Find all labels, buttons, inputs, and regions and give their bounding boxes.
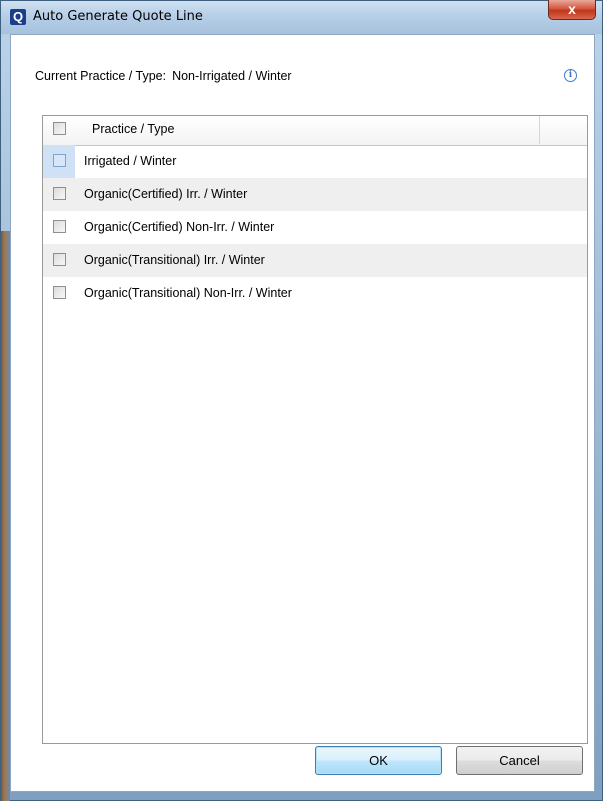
close-button[interactable]: x (548, 0, 596, 20)
row-label: Organic(Certified) Irr. / Winter (84, 187, 248, 201)
info-icon[interactable]: i (564, 69, 577, 82)
select-all-checkbox[interactable] (53, 122, 66, 135)
row-label: Organic(Transitional) Irr. / Winter (84, 253, 265, 267)
column-header-label: Practice / Type (92, 122, 175, 136)
dialog-body: Current Practice / Type: Non-Irrigated / … (10, 34, 595, 792)
row-checkbox[interactable] (53, 220, 66, 233)
grid-header: Practice / Type (43, 116, 587, 146)
window-title: Auto Generate Quote Line (33, 9, 203, 24)
app-logo-icon: Q (10, 9, 26, 25)
row-label: Organic(Certified) Non-Irr. / Winter (84, 220, 275, 234)
row-checkbox[interactable] (53, 187, 66, 200)
row-checkbox[interactable] (53, 286, 66, 299)
title-bar[interactable]: Q Auto Generate Quote Line x (1, 0, 602, 34)
current-practice-value: Non-Irrigated / Winter (172, 69, 292, 83)
current-practice-row: Current Practice / Type: Non-Irrigated / … (35, 69, 292, 83)
row-checkbox[interactable] (53, 253, 66, 266)
practice-type-grid: Practice / Type Irrigated / Winter Organ… (42, 115, 588, 744)
table-row[interactable]: Irrigated / Winter (43, 145, 587, 178)
table-row[interactable]: Organic(Transitional) Non-Irr. / Winter (43, 277, 587, 310)
current-practice-label: Current Practice / Type: (35, 69, 167, 83)
row-checkbox[interactable] (53, 154, 66, 167)
row-label: Organic(Transitional) Non-Irr. / Winter (84, 286, 292, 300)
table-row[interactable]: Organic(Certified) Non-Irr. / Winter (43, 211, 587, 244)
row-label: Irrigated / Winter (84, 154, 177, 168)
table-row[interactable]: Organic(Certified) Irr. / Winter (43, 178, 587, 211)
practice-type-column-header[interactable]: Practice / Type (43, 116, 540, 144)
cancel-button[interactable]: Cancel (456, 746, 583, 775)
ok-button[interactable]: OK (315, 746, 442, 775)
table-row[interactable]: Organic(Transitional) Irr. / Winter (43, 244, 587, 277)
dialog-window: Q Auto Generate Quote Line x Current Pra… (0, 0, 603, 801)
